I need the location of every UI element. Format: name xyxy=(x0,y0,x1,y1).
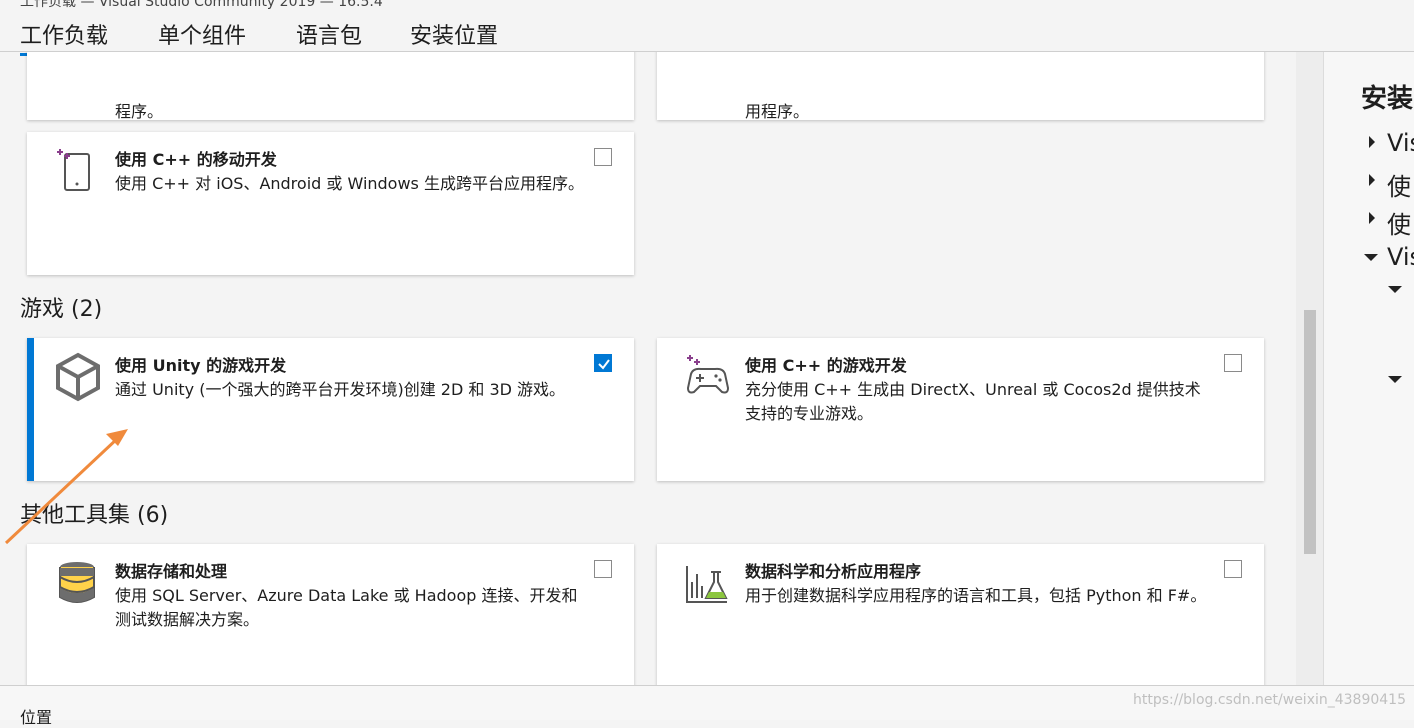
collapse-arrow-icon[interactable] xyxy=(1388,374,1402,384)
card-title: 数据存储和处理 xyxy=(115,562,228,581)
workload-card-cpp-game[interactable]: 使用 C++ 的游戏开发 充分使用 C++ 生成由 DirectX、Unreal… xyxy=(657,338,1264,481)
summary-title: 安装 xyxy=(1361,84,1414,114)
summary-item[interactable]: Vis xyxy=(1387,243,1414,271)
card-desc-tail: 用程序。 xyxy=(745,102,810,121)
summary-item[interactable]: Vis xyxy=(1387,129,1414,157)
summary-item[interactable]: 使 xyxy=(1387,205,1411,240)
unity-logo-icon xyxy=(53,352,103,402)
workload-card-data-science[interactable]: 数据科学和分析应用程序 用于创建数据科学应用程序的语言和工具，包括 Python… xyxy=(657,544,1264,685)
card-description: 用于创建数据科学应用程序的语言和工具，包括 Python 和 F#。 xyxy=(745,586,1207,605)
workload-checkbox[interactable] xyxy=(1224,560,1242,578)
card-description: 使用 C++ 对 iOS、Android 或 Windows 生成跨平台应用程序… xyxy=(115,174,584,193)
tab-workloads[interactable]: 工作负载 xyxy=(20,18,109,56)
summary-item[interactable]: 使 xyxy=(1387,167,1411,202)
checkmark-icon xyxy=(598,359,610,370)
gamepad-icon xyxy=(683,352,733,402)
card-title: 使用 C++ 的游戏开发 xyxy=(745,356,907,375)
workload-list: 程序。 用程序。 使用 C++ 的移动开发 使用 C++ 对 iOS、Andro… xyxy=(0,52,1296,685)
collapse-arrow-icon[interactable] xyxy=(1364,252,1378,262)
card-description: 充分使用 C++ 生成由 DirectX、Unreal 或 Cocos2d 提供… xyxy=(745,380,1201,423)
expand-arrow-icon[interactable] xyxy=(1367,136,1377,148)
card-description: 通过 Unity (一个强大的跨平台开发环境)创建 2D 和 3D 游戏。 xyxy=(115,380,566,399)
tab-individual-components[interactable]: 单个组件 xyxy=(158,18,246,50)
expand-arrow-icon[interactable] xyxy=(1367,212,1377,224)
workload-card-mobile-cpp[interactable]: 使用 C++ 的移动开发 使用 C++ 对 iOS、Android 或 Wind… xyxy=(27,132,634,275)
database-icon xyxy=(53,558,103,608)
card-title: 数据科学和分析应用程序 xyxy=(745,562,922,581)
mobile-device-icon xyxy=(53,146,103,196)
workload-checkbox[interactable] xyxy=(594,148,612,166)
tab-bar: 工作负载 单个组件 语言包 安装位置 xyxy=(0,10,1414,56)
workload-checkbox-checked[interactable] xyxy=(594,354,612,372)
scrollbar-thumb[interactable] xyxy=(1304,310,1316,554)
workload-checkbox[interactable] xyxy=(1224,354,1242,372)
card-title: 使用 Unity 的游戏开发 xyxy=(115,356,287,375)
workload-card-unity[interactable]: 使用 Unity 的游戏开发 通过 Unity (一个强大的跨平台开发环境)创建… xyxy=(27,338,634,481)
workload-card-partial-left[interactable]: 程序。 xyxy=(27,52,634,121)
workload-card-data-storage[interactable]: 数据存储和处理 使用 SQL Server、Azure Data Lake 或 … xyxy=(27,544,634,685)
tab-install-locations[interactable]: 安装位置 xyxy=(410,18,498,50)
install-location-bar: 位置 https://blog.csdn.net/weixin_43890415 xyxy=(0,685,1414,727)
category-heading-games: 游戏 (2) xyxy=(20,297,103,322)
main-scrollbar[interactable] xyxy=(1296,52,1323,685)
card-desc-tail: 程序。 xyxy=(115,102,164,121)
card-description: 使用 SQL Server、Azure Data Lake 或 Hadoop 连… xyxy=(115,586,578,629)
workload-checkbox[interactable] xyxy=(594,560,612,578)
workload-card-partial-right[interactable]: 用程序。 xyxy=(657,52,1264,121)
installation-summary-pane: 安装 Vis 使 使 Vis xyxy=(1323,52,1414,685)
expand-arrow-icon[interactable] xyxy=(1367,174,1377,186)
collapse-arrow-icon[interactable] xyxy=(1388,284,1402,294)
flask-chart-icon xyxy=(683,558,733,608)
tab-language-packs[interactable]: 语言包 xyxy=(296,18,362,50)
category-heading-other-toolsets: 其他工具集 (6) xyxy=(20,503,169,528)
card-title: 使用 C++ 的移动开发 xyxy=(115,150,277,169)
watermark: https://blog.csdn.net/weixin_43890415 xyxy=(1132,692,1406,708)
location-label: 位置 xyxy=(20,708,53,727)
